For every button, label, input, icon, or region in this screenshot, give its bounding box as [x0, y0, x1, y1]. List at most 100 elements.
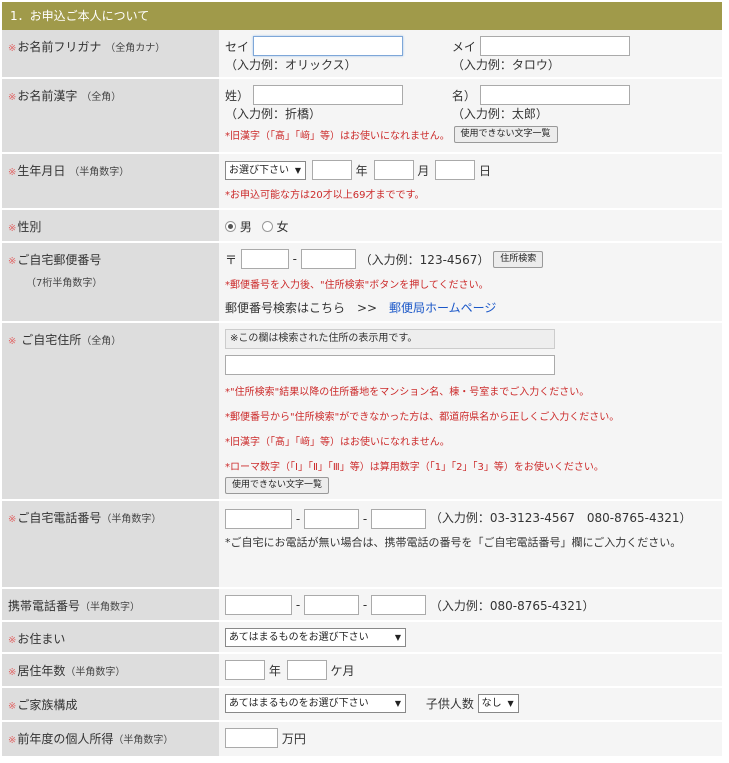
mobile-tel-2-input[interactable] [304, 595, 359, 615]
home-tel-sub: （半角数字） [101, 514, 162, 525]
years-input[interactable] [225, 660, 265, 680]
label-cell: ※ご家族構成 [2, 687, 219, 722]
row-mobile-tel: 携帯電話番号（半角数字） - - （入力例：080-8765-4321） [2, 588, 722, 622]
zip-note: *郵便番号を入力後、"住所検索"ボタンを押してください。 [225, 280, 489, 291]
value-cell: あてはまるものをお選び下さい ▼ 子供人数 なし ▼ [219, 687, 722, 722]
label-cell: 携帯電話番号（半角数字） [2, 588, 219, 622]
income-input[interactable] [225, 728, 278, 748]
gender-male-radio[interactable] [225, 221, 236, 232]
application-form: 1．お申込ご本人について ※お名前フリガナ （全角カナ） セイ （入力例：オリッ… [0, 0, 729, 763]
dash: - [295, 598, 301, 612]
required-mark: ※ [8, 735, 17, 746]
zip-sub: （7桁半角数字） [26, 278, 103, 289]
required-mark: ※ [8, 701, 17, 712]
mobile-tel-3-input[interactable] [371, 595, 426, 615]
zip-second-input[interactable] [300, 249, 356, 269]
chevron-down-icon: ▼ [507, 699, 514, 708]
row-address: ※ ご自宅住所（全角） ※この欄は検索された住所の表示用です。 *"住所検索"結… [2, 322, 722, 501]
label-cell: ※ご自宅郵便番号 （7桁半角数字） [2, 242, 219, 323]
kanji-label: お名前漢字 [17, 89, 78, 103]
sei-example: （入力例：オリックス） [225, 58, 357, 72]
home-tel-3-input[interactable] [371, 508, 426, 529]
birth-note: *お申込可能な方は20才以上69才までです。 [225, 190, 425, 201]
sei-example: （入力例：折橋） [225, 107, 322, 121]
dash: - [295, 511, 301, 526]
required-mark: ※ [8, 167, 17, 178]
gender-female-radio[interactable] [261, 221, 273, 232]
birth-year-input[interactable] [311, 160, 352, 180]
furigana-sei-input[interactable] [252, 36, 403, 56]
label-cell: ※生年月日 （半角数字） [2, 153, 219, 210]
gender-label: 性別 [17, 220, 42, 234]
mobile-tel-1-input[interactable] [225, 595, 292, 615]
home-tel-2-input[interactable] [304, 508, 359, 529]
mei-example: （入力例：太郎） [451, 107, 548, 121]
unusable-chars-button[interactable]: 使用できない文字一覧 [225, 477, 330, 494]
months-input[interactable] [286, 660, 327, 680]
mobile-tel-label: 携帯電話番号 [8, 599, 81, 613]
label-cell: ※前年度の個人所得（半角数字） [2, 721, 219, 758]
sei-label: 姓） [225, 88, 250, 103]
day-unit: 日 [479, 163, 492, 178]
family-select[interactable]: あてはまるものをお選び下さい ▼ [225, 694, 406, 713]
home-tel-label: ご自宅電話番号 [17, 511, 102, 525]
address-label: ご自宅住所 [21, 333, 82, 347]
children-select[interactable]: なし ▼ [477, 694, 519, 713]
furigana-label: お名前フリガナ [17, 40, 102, 54]
value-cell: 万円 [219, 721, 722, 758]
row-birthdate: ※生年月日 （半角数字） お選び下さい ▼ 年 月 日 *お申込可能な方は20才以… [2, 153, 722, 210]
income-label: 前年度の個人所得 [17, 732, 114, 746]
year-unit: 年 [268, 663, 281, 678]
income-sub: （半角数字） [113, 735, 174, 746]
address-display-field: ※この欄は検索された住所の表示用です。 [225, 329, 555, 349]
required-mark: ※ [8, 635, 17, 646]
value-cell: - - （入力例：03-3123-4567 080-8765-4321） *ご自… [219, 500, 722, 589]
label-cell: ※ご自宅電話番号（半角数字） [2, 500, 219, 589]
home-tel-note: *ご自宅にお電話が無い場合は、携帯電話の番号を「ご自宅電話番号」欄にご入力くださ… [225, 535, 682, 549]
family-label: ご家族構成 [17, 698, 78, 712]
income-unit: 万円 [281, 731, 306, 746]
month-unit: 月 [417, 163, 430, 178]
mei-label: 名） [451, 88, 476, 103]
address-note-4: *ローマ数字（「Ⅰ」「Ⅱ」「Ⅲ」等）は算用数字（「1」「2」「3」等）をお使いく… [225, 462, 604, 473]
kanji-sei-input[interactable] [252, 85, 403, 105]
value-cell: - - （入力例：080-8765-4321） [219, 588, 722, 622]
birth-month-input[interactable] [373, 160, 414, 180]
zip-first-input[interactable] [240, 249, 289, 269]
kanji-mei-input[interactable] [479, 85, 630, 105]
label-cell: ※ ご自宅住所（全角） [2, 322, 219, 501]
dash: - [362, 598, 368, 612]
required-mark: ※ [8, 514, 17, 525]
birth-day-input[interactable] [435, 160, 476, 180]
value-cell: あてはまるものをお選び下さい ▼ [219, 621, 722, 654]
address-note-3: *旧漢字（「髙」「﨑」等）はお使いになれません。 [225, 437, 450, 448]
row-years: ※居住年数（半角数字） 年 ケ月 [2, 653, 722, 688]
section-header: 1．お申込ご本人について [2, 2, 722, 30]
residence-select[interactable]: あてはまるものをお選び下さい ▼ [225, 628, 406, 647]
kanji-note: *旧漢字（「髙」「﨑」等）はお使いになれません。 [225, 131, 450, 142]
postal-mark: 〒 [225, 252, 238, 267]
post-office-link[interactable]: 郵便局ホームページ [389, 301, 496, 315]
residence-label: お住まい [17, 632, 66, 646]
birth-sub: （半角数字） [69, 167, 130, 178]
address-search-button[interactable]: 住所検索 [493, 250, 544, 268]
female-label: 女 [276, 220, 289, 234]
required-mark: ※ [8, 43, 17, 54]
dash: - [362, 511, 368, 526]
years-label: 居住年数 [17, 664, 66, 678]
required-mark: ※ [8, 667, 17, 678]
required-mark: ※ [8, 223, 17, 234]
home-tel-1-input[interactable] [225, 508, 292, 529]
address-input[interactable] [225, 355, 555, 375]
furigana-mei-input[interactable] [479, 36, 630, 56]
row-kanji: ※お名前漢字 （全角） 姓） （入力例：折橋） 名） （入力例：太郎） *旧漢字… [2, 78, 722, 154]
form-table: ※お名前フリガナ （全角カナ） セイ （入力例：オリックス） メイ （入力例：タ… [2, 30, 722, 758]
era-select[interactable]: お選び下さい ▼ [225, 160, 306, 180]
required-mark: ※ [8, 336, 17, 347]
row-zip: ※ご自宅郵便番号 （7桁半角数字） 〒 - （入力例：123-4567） 住所検索… [2, 242, 722, 323]
row-furigana: ※お名前フリガナ （全角カナ） セイ （入力例：オリックス） メイ （入力例：タ… [2, 30, 722, 79]
required-mark: ※ [8, 256, 17, 267]
unusable-chars-button[interactable]: 使用できない文字一覧 [453, 126, 558, 143]
male-label: 男 [239, 220, 252, 234]
row-gender: ※性別 男 女 [2, 209, 722, 243]
